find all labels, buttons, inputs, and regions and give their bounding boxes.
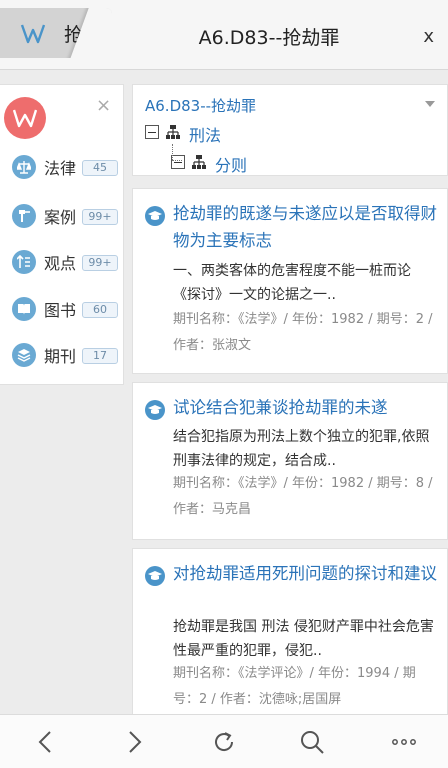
result-card[interactable]: 抢劫罪的既遂与未遂应以是否取得财物为主要标志 一、两类客体的危害程度不能一桩而论… — [132, 188, 448, 374]
result-card[interactable]: 对抢劫罪适用死刑问题的探讨和建议 抢劫罪是我国 刑法 侵犯财产罪中社会危害性最严… — [132, 548, 448, 718]
result-meta: 期刊名称：《法学》/ 年份：1982 / 期号：2 / 作者：张淑文 — [173, 312, 433, 353]
forward-icon[interactable] — [120, 728, 148, 756]
gavel-icon — [12, 204, 36, 228]
graduation-cap-icon — [145, 400, 165, 420]
classification-tree: A6.D83--抢劫罪 刑法 分则 — [132, 84, 448, 176]
bottom-nav-bar — [0, 714, 448, 768]
w-logo-icon — [13, 109, 37, 128]
category-label: 案例 — [44, 208, 77, 227]
category-panel: × 法律 45 案例 99+ 观点 99+ 图书 60 期刊 17 — [0, 84, 124, 385]
sort-icon — [12, 250, 36, 274]
hierarchy-icon — [192, 155, 206, 169]
graduation-cap-icon — [145, 566, 165, 586]
category-books[interactable]: 图书 60 — [12, 293, 122, 327]
more-icon[interactable] — [390, 728, 418, 756]
tree-node-criminal-law[interactable]: 刑法 — [145, 122, 285, 145]
hierarchy-icon — [166, 125, 180, 139]
close-button[interactable]: x — [423, 26, 434, 47]
tree-connector — [172, 160, 182, 161]
collapse-icon[interactable] — [171, 155, 185, 169]
category-journals[interactable]: 期刊 17 — [12, 339, 122, 373]
result-title[interactable]: 抢劫罪的既遂与未遂应以是否取得财物为主要标志 — [173, 200, 441, 254]
result-title[interactable]: 对抢劫罪适用死刑问题的探讨和建议 — [173, 560, 441, 587]
count-badge: 45 — [82, 160, 118, 176]
search-icon[interactable] — [298, 728, 326, 756]
panel-close-icon[interactable]: × — [96, 95, 111, 116]
scales-icon — [12, 155, 36, 179]
tree-node-label: 刑法 — [189, 126, 222, 145]
result-snippet: 一、两类客体的危害程度不能一桩而论 《探讨》一文的论据之一.. — [173, 263, 439, 303]
result-meta: 期刊名称：《法学》/ 年份：1982 / 期号：8 / 作者：马克昌 — [173, 476, 433, 517]
category-label: 法律 — [44, 159, 77, 178]
refresh-icon[interactable] — [210, 728, 238, 756]
category-cases[interactable]: 案例 99+ — [12, 200, 122, 234]
category-label: 图书 — [44, 301, 77, 320]
result-title[interactable]: 试论结合犯兼谈抢劫罪的未遂 — [173, 394, 441, 421]
category-label: 观点 — [44, 254, 77, 273]
chevron-down-icon[interactable] — [425, 101, 435, 107]
category-views[interactable]: 观点 99+ — [12, 246, 122, 280]
graduation-cap-icon — [145, 206, 165, 226]
category-laws[interactable]: 法律 45 — [12, 151, 122, 185]
count-badge: 17 — [82, 348, 118, 364]
page-title: A6.D83--抢劫罪 — [198, 27, 340, 49]
avatar[interactable] — [4, 97, 46, 139]
count-badge: 99+ — [82, 209, 118, 225]
layers-icon — [12, 343, 36, 367]
category-label: 期刊 — [44, 347, 77, 366]
browser-tab[interactable]: 抢劫 — [0, 8, 112, 58]
count-badge: 99+ — [82, 255, 118, 271]
top-bar: 抢劫 A6.D83--抢劫罪 x — [0, 0, 448, 70]
count-badge: 60 — [82, 302, 118, 318]
tree-node-label: 分则 — [215, 156, 248, 175]
result-meta: 期刊名称：《法学评论》/ 年份：1994 / 期号：2 / 作者：沈德咏;居国屏 — [173, 666, 416, 707]
result-card[interactable]: 试论结合犯兼谈抢劫罪的未遂 结合犯指原为刑法上数个独立的犯罪,依照刑事法律的规定… — [132, 382, 448, 540]
tree-node-specific-provisions[interactable]: 分则 — [171, 152, 311, 175]
result-snippet: 结合犯指原为刑法上数个独立的犯罪,依照刑事法律的规定，结合成.. — [173, 429, 430, 469]
book-icon — [12, 297, 36, 321]
tree-title[interactable]: A6.D83--抢劫罪 — [145, 95, 256, 116]
back-icon[interactable] — [32, 728, 60, 756]
collapse-icon[interactable] — [145, 125, 159, 139]
tree-connector — [172, 144, 173, 160]
app-logo-icon — [20, 24, 46, 44]
result-snippet: 抢劫罪是我国 刑法 侵犯财产罪中社会危害性最严重的犯罪，侵犯.. — [173, 619, 434, 659]
